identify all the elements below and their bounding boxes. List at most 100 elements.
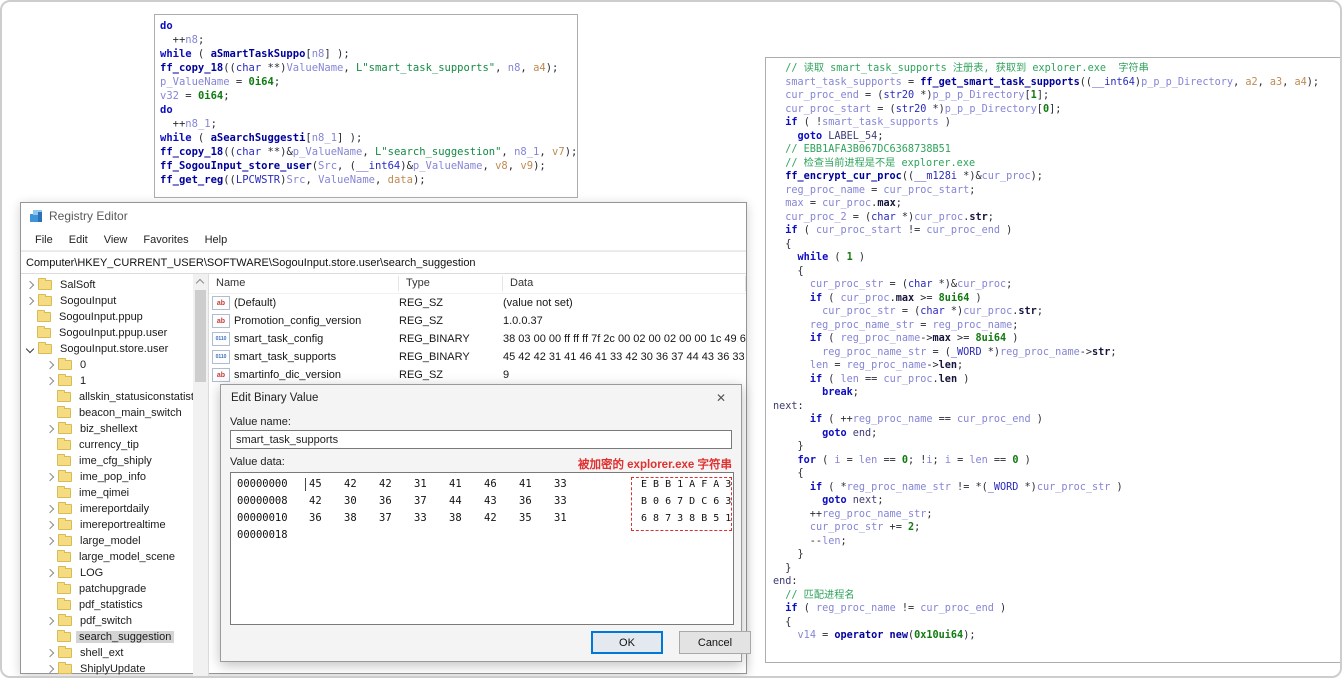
no-expander — [47, 635, 52, 640]
hex-ascii: B 0 6 7 D C 6 3 — [641, 496, 732, 507]
expander-icon[interactable] — [45, 568, 55, 578]
tree-item-SogouInput.ppup[interactable]: SogouInput.ppup — [21, 309, 193, 325]
code-token: (( — [223, 62, 236, 74]
menu-item-help[interactable]: Help — [198, 232, 235, 248]
tree-item-LOG[interactable]: LOG — [21, 565, 193, 581]
column-header-type[interactable]: Type — [399, 276, 503, 291]
expander-icon[interactable] — [45, 616, 55, 626]
tree-item-large_model_scene[interactable]: large_model_scene — [21, 549, 193, 565]
expander-icon[interactable] — [45, 472, 55, 482]
code-token: cur_proc — [981, 171, 1031, 182]
tree-item-SalSoft[interactable]: SalSoft — [21, 277, 193, 293]
tree-item-large_model[interactable]: large_model — [21, 533, 193, 549]
code-token: ; — [871, 427, 878, 439]
expander-icon[interactable] — [45, 360, 55, 370]
ok-button[interactable]: OK — [591, 631, 663, 654]
expander-icon[interactable] — [45, 376, 55, 386]
code-token: ) — [938, 117, 951, 128]
tree-item-currency_tip[interactable]: currency_tip — [21, 437, 193, 453]
value-name-field[interactable]: smart_task_supports — [230, 430, 732, 449]
expander-icon[interactable] — [45, 520, 55, 530]
tree-item-imereportrealtime[interactable]: imereportrealtime — [21, 517, 193, 533]
hex-byte: 37 — [414, 495, 427, 507]
menu-item-view[interactable]: View — [97, 232, 135, 248]
code-token: **) — [261, 62, 287, 74]
code-token: ; — [840, 535, 847, 547]
registry-value-row[interactable]: ab smartinfo_dic_version REG_SZ 9 — [209, 366, 746, 384]
registry-value-row[interactable]: 0110 smart_task_supports REG_BINARY 45 42 4… — [209, 348, 746, 366]
tree-item-SogouInput.store.user[interactable]: SogouInput.store.user — [21, 341, 193, 357]
tree-item-ime_cfg_shiply[interactable]: ime_cfg_shiply — [21, 453, 193, 469]
tree-item-imereportdaily[interactable]: imereportdaily — [21, 501, 193, 517]
registry-value-row[interactable]: ab (Default) REG_SZ (value not set) — [209, 294, 746, 312]
menu-item-file[interactable]: File — [28, 232, 60, 248]
tree-item-shell_ext[interactable]: shell_ext — [21, 645, 193, 661]
code-token: ); — [545, 62, 559, 74]
tree-item-ime_pop_info[interactable]: ime_pop_info — [21, 469, 193, 485]
code-token: a4 — [533, 62, 546, 74]
code-token: ++ — [160, 118, 186, 130]
menu-item-favorites[interactable]: Favorites — [136, 232, 195, 248]
code-token: if — [785, 117, 798, 128]
tree-item-pdf_statistics[interactable]: pdf_statistics — [21, 597, 193, 613]
hex-byte: 46 — [484, 478, 497, 490]
column-header-name[interactable]: Name — [209, 276, 399, 291]
tree-item-ime_qimei[interactable]: ime_qimei — [21, 485, 193, 501]
tree-item-label: LOG — [80, 567, 104, 579]
code-line: goto LABEL_54; — [773, 130, 1340, 144]
tree-item-allskin_statusiconstatistics[interactable]: allskin_statusiconstatistics — [21, 389, 193, 405]
tree-item-biz_shellext[interactable]: biz_shellext — [21, 421, 193, 437]
tree-item-label: SogouInput.store.user — [60, 343, 169, 355]
close-icon[interactable]: ✕ — [701, 391, 741, 405]
code-token: v8 — [495, 160, 508, 172]
value-name-text: Promotion_config_version — [234, 315, 362, 327]
expander-icon[interactable] — [25, 280, 35, 290]
expander-icon[interactable] — [45, 536, 55, 546]
expander-icon[interactable] — [45, 648, 55, 658]
code-token: if — [785, 603, 798, 614]
cancel-button[interactable]: Cancel — [679, 631, 751, 654]
registry-value-row[interactable]: 0110 smart_task_config REG_BINARY 38 03 00 … — [209, 330, 746, 348]
tree-item-SogouInput[interactable]: SogouInput — [21, 293, 193, 309]
tree-item-beacon_main_switch[interactable]: beacon_main_switch — [21, 405, 193, 421]
tree-item-ShiplyUpdate[interactable]: ShiplyUpdate — [21, 661, 193, 676]
code-token: smart_task_supports — [785, 76, 902, 88]
hex-editor[interactable]: 00000000 45 42 42 31 41 46 41 33 E B B 1 A F A 30… — [230, 472, 734, 625]
expander-icon[interactable] — [45, 664, 55, 674]
address-bar[interactable]: Computer\HKEY_CURRENT_USER\SOFTWARE\Sogo… — [21, 251, 746, 274]
code-token: end — [852, 427, 872, 439]
expander-icon[interactable] — [45, 424, 55, 434]
code-token: = — [865, 184, 884, 196]
code-token: ) — [993, 603, 1007, 614]
tree-scrollbar[interactable] — [193, 274, 208, 676]
tree-item-SogouInput.ppup.user[interactable]: SogouInput.ppup.user — [21, 325, 193, 341]
code-token: str — [1092, 346, 1111, 358]
column-header-data[interactable]: Data — [503, 276, 746, 291]
tree-item-label: 1 — [80, 375, 87, 387]
registry-value-row[interactable]: ab Promotion_config_version REG_SZ 1.0.0.37 — [209, 312, 746, 330]
folder-icon — [57, 406, 71, 418]
folder-icon — [58, 534, 72, 546]
menu-item-edit[interactable]: Edit — [62, 232, 95, 248]
folder-icon — [38, 278, 52, 290]
tree-item-0[interactable]: 0 — [21, 357, 193, 373]
scroll-up-icon[interactable] — [195, 278, 205, 288]
code-token: 0x10ui64 — [914, 630, 964, 641]
code-token: )& — [400, 160, 413, 172]
tree-item-pdf_switch[interactable]: pdf_switch — [21, 613, 193, 629]
expander-icon[interactable] — [25, 296, 35, 306]
tree-item-1[interactable]: 1 — [21, 373, 193, 389]
tree-item-label: SogouInput — [60, 295, 117, 307]
tree-item-patchupgrade[interactable]: patchupgrade — [21, 581, 193, 597]
code-token: if — [809, 414, 823, 425]
scrollbar-thumb[interactable] — [195, 290, 206, 382]
code-token: n8_1 — [514, 146, 540, 158]
expander-icon[interactable] — [45, 504, 55, 514]
code-token: = — [950, 454, 970, 466]
expander-icon[interactable] — [25, 344, 35, 354]
tree-item-search_suggestion[interactable]: search_suggestion — [21, 629, 193, 645]
